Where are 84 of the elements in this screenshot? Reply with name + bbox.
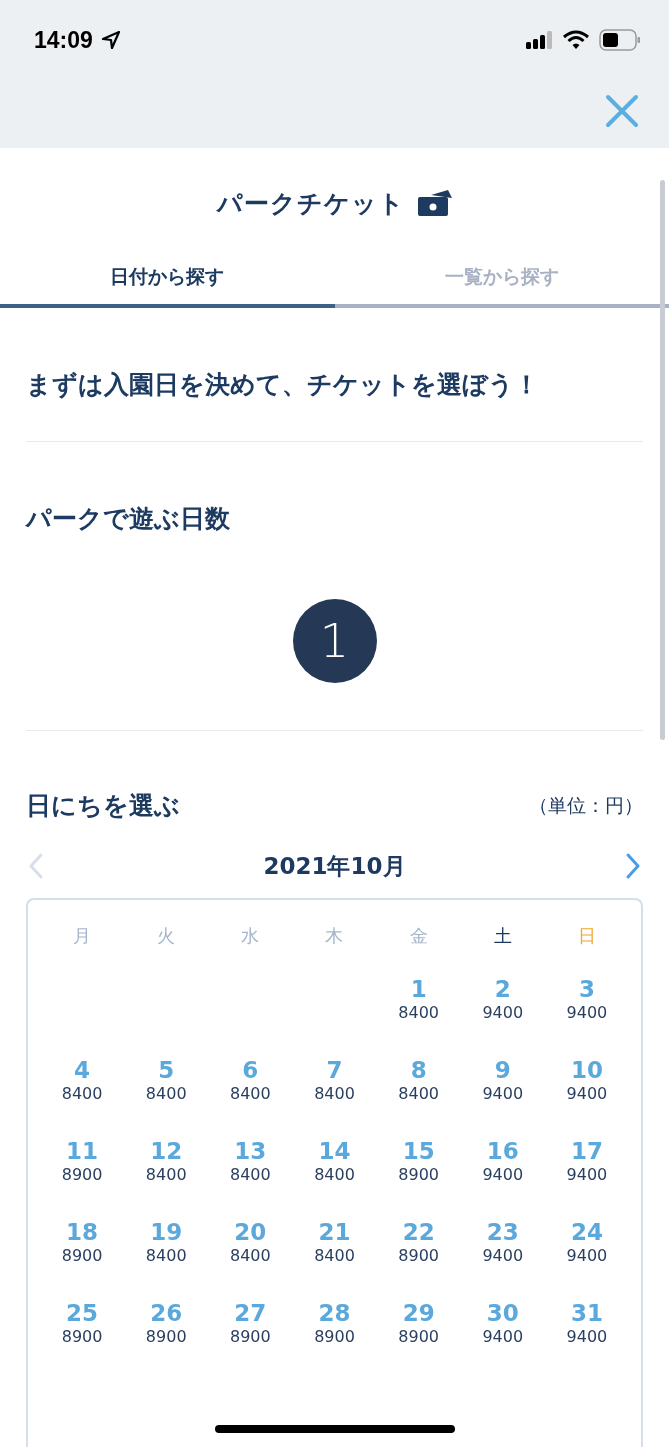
day-price: 8400 — [230, 1245, 271, 1267]
weekday-label: 金 — [408, 924, 429, 948]
day-number[interactable]: 11 — [66, 1138, 99, 1164]
day-price: 8900 — [398, 1245, 439, 1267]
day-price: 9400 — [566, 1164, 608, 1186]
day-price: 9400 — [566, 1326, 608, 1348]
day-number[interactable]: 1 — [410, 976, 427, 1002]
tab[interactable]: 日付から探す — [0, 258, 335, 308]
day-number[interactable]: 22 — [402, 1219, 435, 1245]
section-heading: パークで遊ぶ日数 — [26, 503, 231, 535]
battery-icon — [599, 29, 641, 51]
day-price: 8400 — [398, 1083, 439, 1105]
day-price: 8900 — [398, 1164, 439, 1186]
day-number[interactable]: 15 — [402, 1138, 435, 1164]
day-count[interactable]: 1 — [292, 599, 377, 683]
weekday-label: 日 — [576, 924, 597, 948]
day-number[interactable]: 5 — [158, 1057, 175, 1083]
day-price: 9400 — [482, 1002, 524, 1024]
day-number[interactable]: 28 — [318, 1300, 351, 1326]
weekday-label: 火 — [156, 924, 177, 948]
day-number[interactable]: 6 — [242, 1057, 259, 1083]
day-price: 9400 — [566, 1083, 608, 1105]
day-price: 8400 — [145, 1164, 187, 1186]
day-number[interactable]: 4 — [74, 1057, 91, 1083]
day-number[interactable]: 27 — [234, 1300, 267, 1326]
close-button[interactable] — [605, 94, 639, 128]
weekday-label: 木 — [324, 924, 345, 948]
day-number[interactable]: 30 — [486, 1300, 519, 1326]
day-price: 8900 — [61, 1164, 103, 1186]
day-number[interactable]: 8 — [410, 1057, 427, 1083]
clock-time: 14:09 — [34, 26, 93, 54]
day-price: 8400 — [230, 1164, 271, 1186]
day-price: 9400 — [482, 1245, 524, 1267]
day-price: 8400 — [230, 1083, 271, 1105]
day-number[interactable]: 16 — [486, 1138, 519, 1164]
day-price: 8400 — [145, 1245, 187, 1267]
weekday-label: 月 — [72, 924, 93, 948]
day-price: 8900 — [145, 1326, 187, 1348]
day-number[interactable]: 7 — [326, 1057, 343, 1083]
day-price: 8400 — [314, 1164, 355, 1186]
day-price: 8400 — [145, 1083, 187, 1105]
weekday-label: 土 — [492, 924, 513, 948]
section-heading: 日にちを選ぶ — [26, 790, 180, 822]
day-number[interactable]: 13 — [234, 1138, 267, 1164]
day-price: 9400 — [482, 1326, 524, 1348]
day-price: 8400 — [61, 1083, 103, 1105]
unit-note: （単位：円） — [529, 792, 643, 818]
day-number[interactable]: 31 — [570, 1300, 603, 1326]
day-number[interactable]: 29 — [402, 1300, 435, 1326]
signal-icon — [526, 30, 553, 50]
day-price: 8900 — [61, 1326, 103, 1348]
day-number[interactable]: 20 — [234, 1219, 267, 1245]
page-title: パークチケット — [216, 187, 405, 220]
ticket-icon — [416, 189, 453, 217]
day-price: 8900 — [314, 1326, 355, 1348]
day-price: 9400 — [566, 1245, 608, 1267]
day-price: 9400 — [566, 1002, 608, 1024]
wifi-icon — [563, 30, 589, 50]
day-number[interactable]: 17 — [570, 1138, 603, 1164]
day-price: 9400 — [482, 1083, 524, 1105]
day-number[interactable]: 21 — [318, 1219, 351, 1245]
day-price: 8400 — [314, 1083, 355, 1105]
location-arrow-icon — [100, 30, 121, 50]
day-number[interactable]: 12 — [150, 1138, 183, 1164]
day-number[interactable]: 9 — [494, 1057, 511, 1083]
day-price: 8900 — [61, 1245, 103, 1267]
weekday-label: 水 — [240, 924, 261, 948]
day-price: 8400 — [398, 1002, 439, 1024]
day-number[interactable]: 24 — [570, 1219, 603, 1245]
month-label: 2021年10月 — [263, 851, 406, 881]
day-number[interactable]: 18 — [66, 1219, 99, 1245]
day-price: 8900 — [230, 1326, 271, 1348]
day-number[interactable]: 14 — [318, 1138, 351, 1164]
day-number[interactable]: 25 — [66, 1300, 99, 1326]
day-number[interactable]: 26 — [150, 1300, 183, 1326]
day-number[interactable]: 2 — [494, 976, 511, 1002]
day-number[interactable]: 23 — [486, 1219, 519, 1245]
day-price: 9400 — [482, 1164, 524, 1186]
day-price: 8900 — [398, 1326, 439, 1348]
intro-text: まずは入園日を決めて、チケットを選ぼう！ — [26, 369, 540, 401]
day-number[interactable]: 19 — [150, 1219, 183, 1245]
day-number[interactable]: 3 — [578, 976, 595, 1002]
day-number[interactable]: 10 — [570, 1057, 603, 1083]
day-price: 8400 — [314, 1245, 355, 1267]
